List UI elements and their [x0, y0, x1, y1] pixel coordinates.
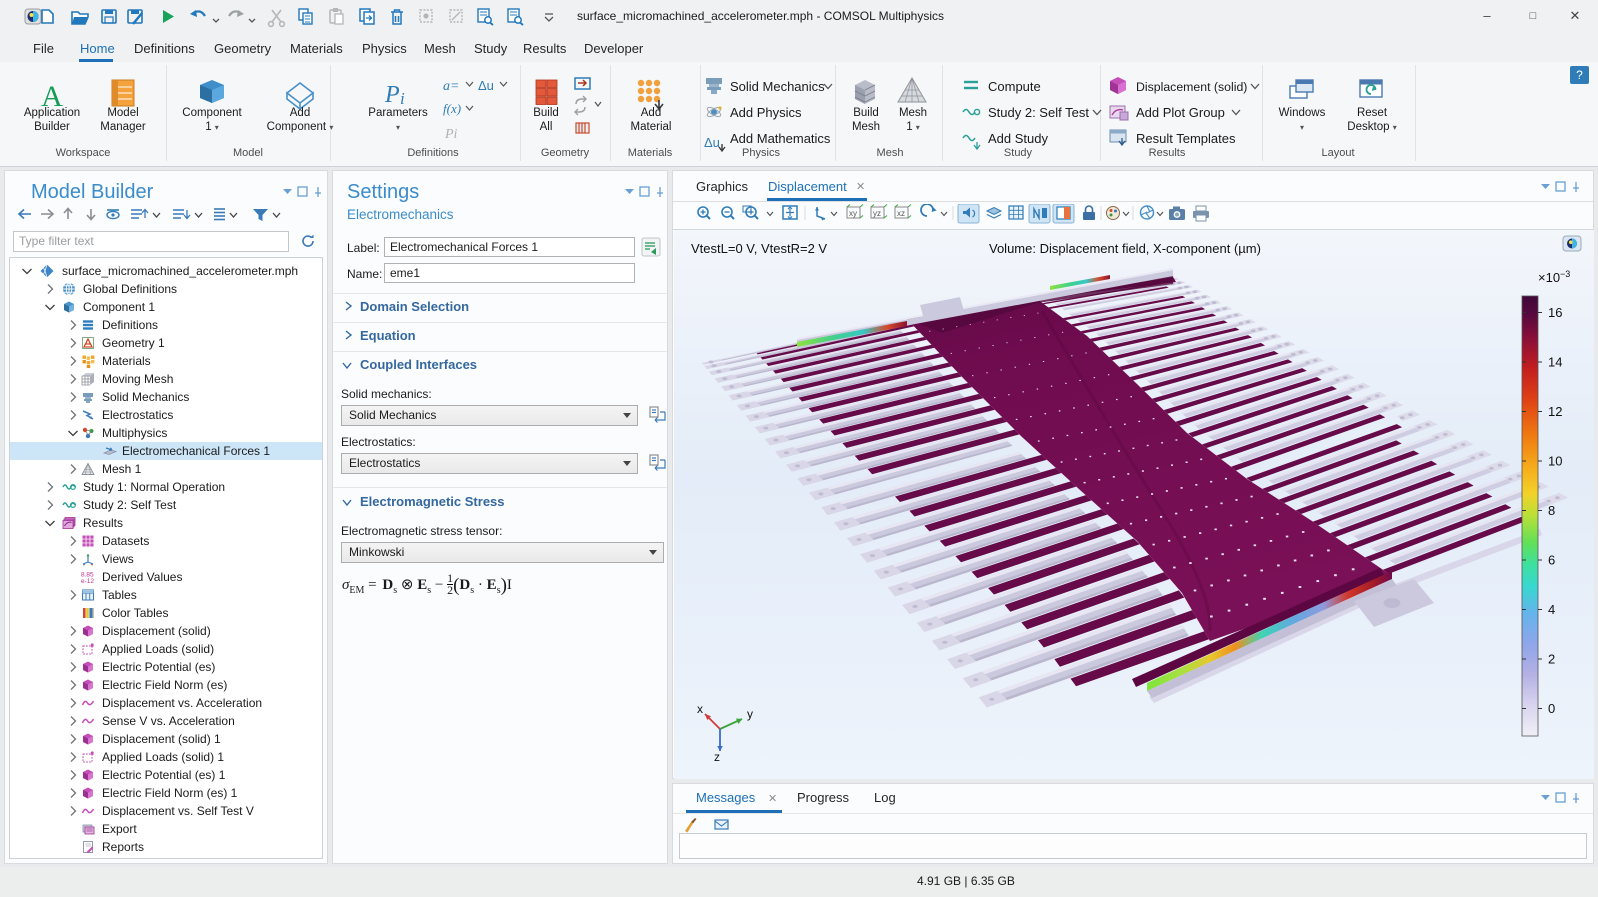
svg-text:z: z	[714, 750, 720, 764]
svg-text:e-12: e-12	[81, 578, 94, 584]
svg-text:8: 8	[1548, 503, 1555, 518]
svg-text:0: 0	[1548, 701, 1555, 716]
svg-text:×10: ×10	[1538, 270, 1560, 285]
svg-text:Add Physics: Add Physics	[730, 105, 802, 120]
svg-text:P: P	[384, 82, 400, 108]
svg-text:Add Study: Add Study	[988, 131, 1048, 146]
svg-text:Add Plot Group: Add Plot Group	[1136, 105, 1225, 120]
svg-text:12: 12	[1548, 404, 1562, 419]
svg-text:x: x	[697, 702, 703, 716]
svg-text:16: 16	[1548, 305, 1562, 320]
svg-text:xz: xz	[897, 209, 905, 218]
svg-text:10: 10	[1548, 454, 1562, 469]
svg-text:−3: −3	[1560, 269, 1570, 279]
svg-text:Δu: Δu	[478, 78, 494, 93]
svg-text:yz: yz	[873, 209, 881, 218]
svg-text:y: y	[747, 707, 753, 721]
svg-text:4: 4	[1548, 602, 1555, 617]
svg-text:Compute: Compute	[988, 79, 1041, 94]
svg-text:Displacement (solid): Displacement (solid)	[1136, 80, 1247, 94]
svg-text:Δu: Δu	[704, 135, 720, 150]
svg-text:Solid Mechanics: Solid Mechanics	[730, 79, 825, 94]
svg-text:Study 2: Self Test: Study 2: Self Test	[988, 105, 1089, 120]
svg-text:a=: a=	[443, 79, 459, 94]
svg-text:xy: xy	[849, 209, 857, 218]
svg-text:6: 6	[1548, 553, 1555, 568]
svg-text:2: 2	[1548, 652, 1555, 667]
svg-text:Result Templates: Result Templates	[1136, 131, 1236, 146]
svg-text:14: 14	[1548, 355, 1562, 370]
